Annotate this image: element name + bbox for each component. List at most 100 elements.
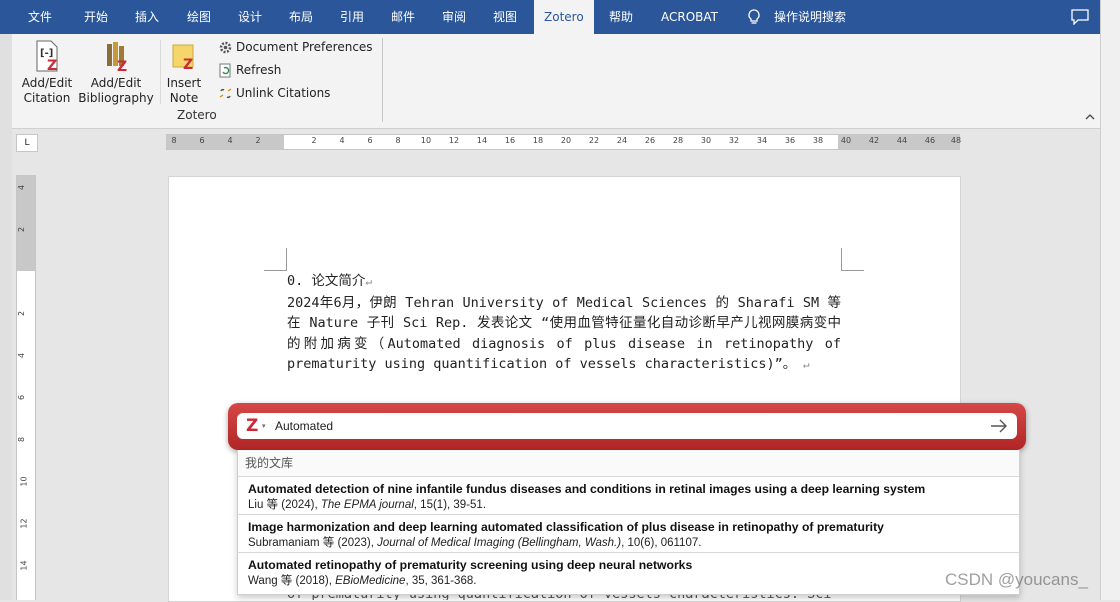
ruler-tick: 40 bbox=[840, 136, 852, 145]
insert-note-button[interactable]: Z Insert Note bbox=[164, 42, 204, 106]
tab-references[interactable]: 引用 bbox=[340, 0, 364, 34]
tab-home[interactable]: 开始 bbox=[84, 0, 108, 34]
refresh-label: Refresh bbox=[236, 63, 282, 77]
ruler-tick: 6 bbox=[367, 136, 373, 145]
note-icon: Z bbox=[172, 44, 194, 73]
unlink-icon bbox=[219, 88, 232, 99]
zotero-logo-icon[interactable]: Z bbox=[246, 417, 258, 435]
citation-icon: [-] Z bbox=[36, 40, 58, 74]
bibliography-icon: Z bbox=[107, 42, 127, 75]
tab-view[interactable]: 视图 bbox=[493, 0, 517, 34]
tab-review[interactable]: 审阅 bbox=[442, 0, 466, 34]
result-details: , 10(6), 061107. bbox=[621, 537, 702, 549]
right-scroll-strip bbox=[1100, 0, 1120, 600]
note-label-1: Insert bbox=[166, 76, 202, 90]
result-citation: Subramaniam 等 (2023), Journal of Medical… bbox=[248, 535, 1019, 552]
ruler-tick: 30 bbox=[700, 136, 712, 145]
refresh-icon bbox=[219, 63, 231, 78]
ruler-tick: 14 bbox=[476, 136, 488, 145]
refresh-button[interactable]: Refresh bbox=[218, 61, 281, 79]
ruler-tick: 38 bbox=[812, 136, 824, 145]
result-details: , 15(1), 39-51. bbox=[413, 499, 487, 511]
add-edit-citation-button[interactable]: [-] Z Add/Edit Citation bbox=[20, 40, 74, 106]
result-title: Automated detection of nine infantile fu… bbox=[248, 482, 926, 496]
watermark: CSDN @youcans_ bbox=[945, 570, 1088, 589]
bibliography-label-1: Add/Edit bbox=[90, 76, 142, 90]
zotero-quick-format-bar: Z ▾ bbox=[228, 403, 1026, 450]
ruler-tick: 24 bbox=[616, 136, 628, 145]
collapse-ribbon-icon[interactable] bbox=[1084, 112, 1096, 122]
ruler-tick: 4 bbox=[339, 136, 345, 145]
ruler-tick: 14 bbox=[19, 560, 29, 571]
ruler-tick: 2 bbox=[17, 226, 27, 233]
document-preferences-label: Document Preferences bbox=[236, 40, 373, 54]
tab-draw[interactable]: 绘图 bbox=[187, 0, 211, 34]
ruler-tick: 4 bbox=[227, 136, 233, 145]
ruler-tick: 34 bbox=[756, 136, 768, 145]
paragraph-mark: ↵ bbox=[365, 275, 373, 288]
horizontal-ruler[interactable]: 8 6 4 2 2 4 6 8 10 12 14 16 18 20 22 24 … bbox=[166, 134, 962, 150]
result-item[interactable]: Automated retinopathy of prematurity scr… bbox=[238, 553, 1019, 591]
tab-mailings[interactable]: 邮件 bbox=[391, 0, 415, 34]
citation-results-list: 我的文库 Automated detection of nine infanti… bbox=[237, 450, 1020, 595]
ruler-left-margin bbox=[166, 135, 284, 149]
ruler-tick: 32 bbox=[728, 136, 740, 145]
tab-zotero[interactable]: Zotero bbox=[534, 0, 594, 34]
tab-design[interactable]: 设计 bbox=[238, 0, 262, 34]
ruler-tick: 44 bbox=[896, 136, 908, 145]
bibliography-label-2: Bibliography bbox=[78, 91, 154, 105]
ruler-tick: 18 bbox=[532, 136, 544, 145]
add-edit-bibliography-button[interactable]: Z Add/Edit Bibliography bbox=[78, 40, 154, 106]
ribbon-divider bbox=[160, 40, 161, 104]
ruler-tick: 48 bbox=[950, 136, 962, 145]
left-edge bbox=[0, 34, 12, 600]
arrow-right-icon[interactable] bbox=[989, 418, 1009, 434]
tell-me-search[interactable]: 操作说明搜索 bbox=[774, 0, 846, 34]
paragraph-mark: ↵ bbox=[796, 358, 810, 372]
result-item[interactable]: Automated detection of nine infantile fu… bbox=[238, 477, 1019, 515]
ruler-tick: 4 bbox=[17, 352, 27, 359]
unlink-citations-button[interactable]: Unlink Citations bbox=[218, 84, 330, 102]
section-heading: 0. 论文简介 bbox=[287, 273, 366, 289]
result-title: Image harmonization and deep learning au… bbox=[248, 520, 884, 534]
zotero-ribbon: [-] Z Add/Edit Citation Z Add/Edit Bibli… bbox=[12, 34, 1100, 129]
tab-file[interactable]: 文件 bbox=[28, 0, 52, 34]
ruler-tick: 8 bbox=[17, 436, 27, 443]
document-body[interactable]: 0. 论文简介↵ 2024年6月，伊朗 Tehran University of… bbox=[287, 271, 841, 376]
result-citation: Wang 等 (2018), EBioMedicine, 35, 361-368… bbox=[248, 573, 1019, 590]
ruler-tick: 46 bbox=[924, 136, 936, 145]
lightbulb-icon[interactable] bbox=[745, 8, 763, 26]
ruler-tick: 12 bbox=[19, 518, 29, 529]
document-preferences-button[interactable]: Document Preferences bbox=[218, 38, 373, 56]
gear-icon bbox=[219, 41, 232, 54]
ruler-tick: 2 bbox=[17, 310, 27, 317]
result-item[interactable]: Image harmonization and deep learning au… bbox=[238, 515, 1019, 553]
ruler-tick: 16 bbox=[504, 136, 516, 145]
svg-text:Z: Z bbox=[183, 57, 193, 72]
ruler-tick: 10 bbox=[420, 136, 432, 145]
tab-help[interactable]: 帮助 bbox=[609, 0, 633, 34]
vertical-ruler[interactable]: 4 2 2 4 6 8 10 12 14 bbox=[16, 175, 36, 600]
comment-icon[interactable] bbox=[1071, 9, 1089, 25]
tab-selector[interactable]: L bbox=[16, 134, 38, 152]
result-details: , 35, 361-368. bbox=[405, 575, 477, 587]
tab-layout[interactable]: 布局 bbox=[289, 0, 313, 34]
tab-insert[interactable]: 插入 bbox=[135, 0, 159, 34]
ruler-tick: 2 bbox=[255, 136, 261, 145]
citation-search-box: Z ▾ bbox=[237, 413, 1017, 439]
ribbon-group-separator bbox=[382, 38, 383, 122]
ruler-tick: 10 bbox=[19, 476, 29, 487]
ruler-tick: 42 bbox=[868, 136, 880, 145]
ruler-tick: 28 bbox=[672, 136, 684, 145]
ruler-tick: 6 bbox=[17, 394, 27, 401]
dropdown-arrow-icon[interactable]: ▾ bbox=[262, 422, 266, 430]
library-section-header: 我的文库 bbox=[238, 450, 1019, 477]
svg-text:Z: Z bbox=[47, 58, 57, 72]
intro-paragraph: 2024年6月，伊朗 Tehran University of Medical … bbox=[287, 294, 841, 373]
result-journal: EBioMedicine bbox=[335, 575, 406, 587]
ruler-tick: 8 bbox=[171, 136, 177, 145]
tab-acrobat[interactable]: ACROBAT bbox=[661, 0, 718, 34]
citation-search-input[interactable] bbox=[275, 413, 975, 439]
crop-mark-left bbox=[264, 248, 287, 271]
citation-label-2: Citation bbox=[23, 91, 71, 105]
